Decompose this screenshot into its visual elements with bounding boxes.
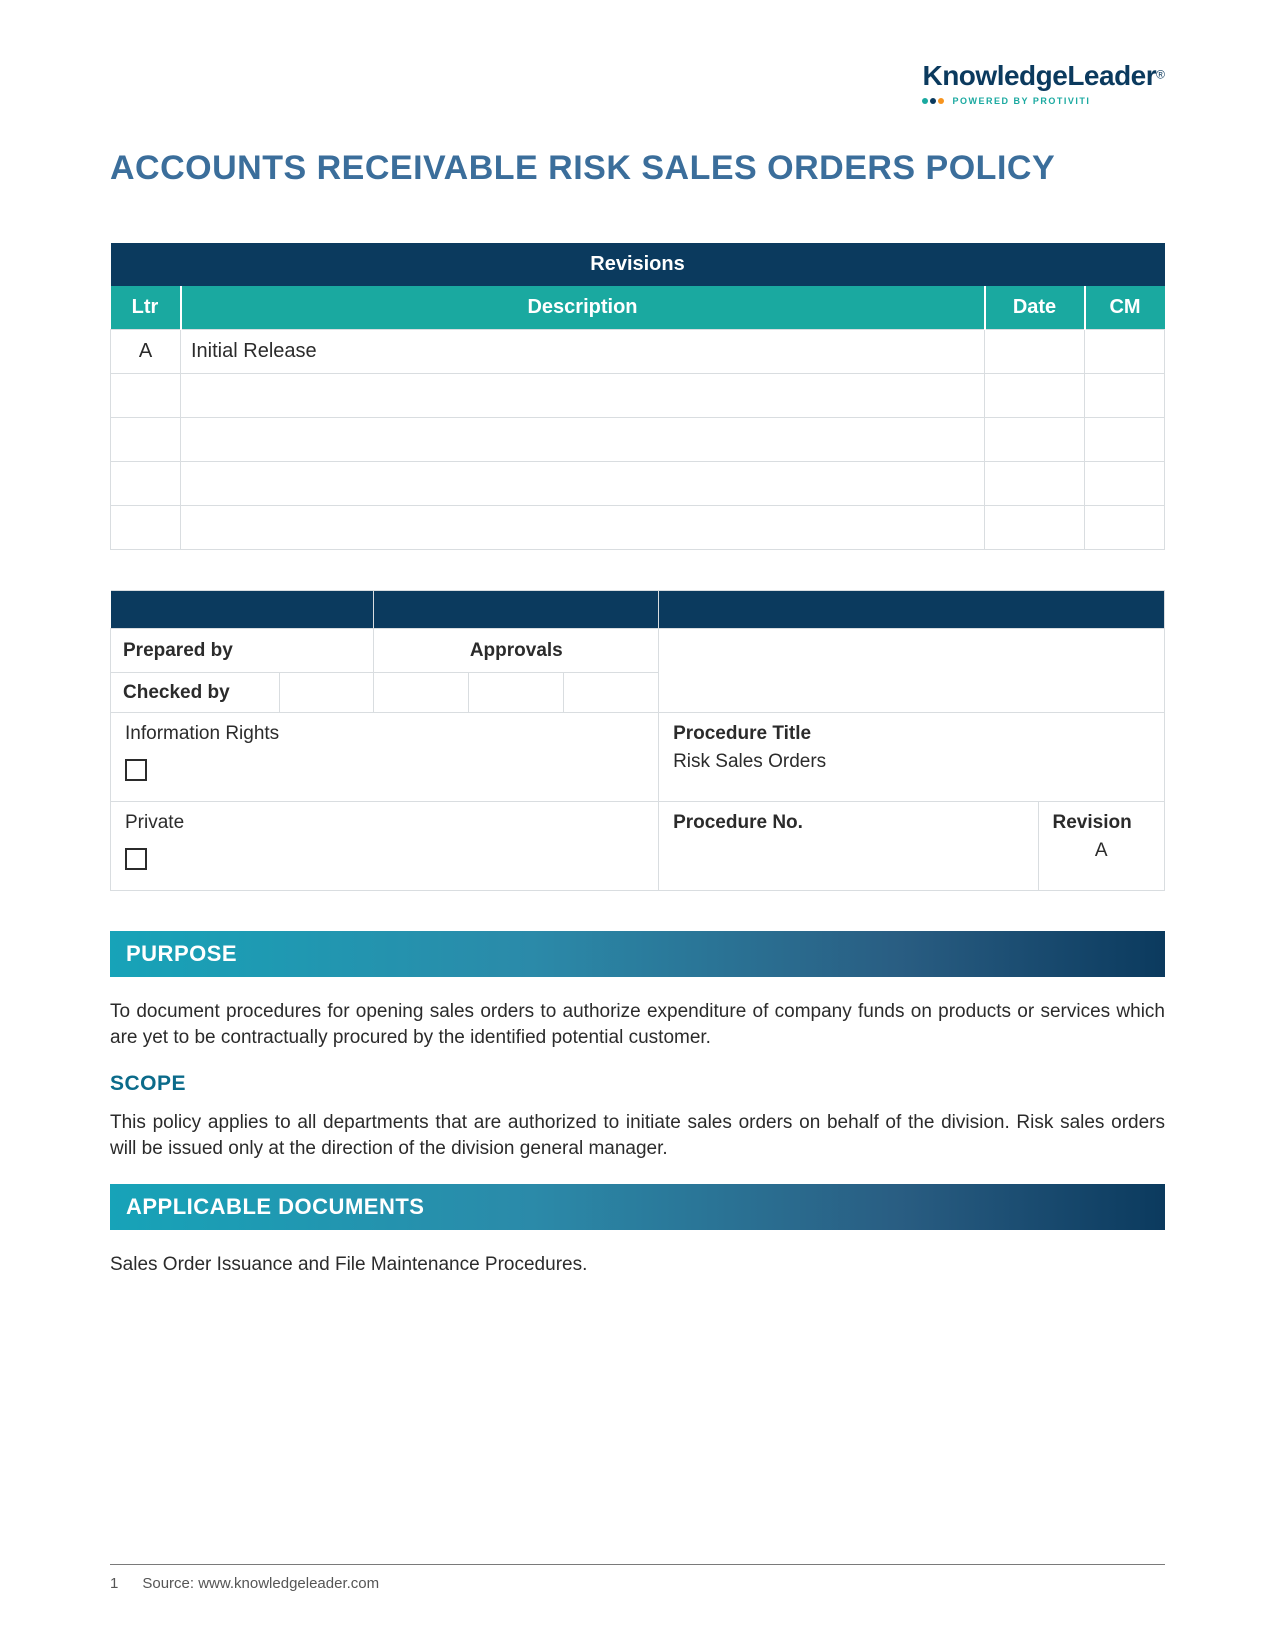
rev-date (985, 330, 1085, 374)
approvals-label: Approvals (374, 629, 659, 673)
table-row (111, 462, 1165, 506)
applicable-bar: APPLICABLE DOCUMENTS (110, 1184, 1165, 1230)
info-rights-cell: Information Rights (111, 713, 659, 802)
page-title: ACCOUNTS RECEIVABLE RISK SALES ORDERS PO… (110, 149, 1165, 188)
info-rights-checkbox[interactable] (125, 759, 147, 781)
col-date: Date (985, 286, 1085, 330)
table-row: A Initial Release (111, 330, 1165, 374)
approval-cell (564, 673, 659, 713)
private-checkbox[interactable] (125, 848, 147, 870)
procedure-title-cell: Procedure Title Risk Sales Orders (659, 713, 1165, 802)
table-row (111, 506, 1165, 550)
revisions-table: Revisions Ltr Description Date CM A Init… (110, 243, 1165, 550)
applicable-text: Sales Order Issuance and File Maintenanc… (110, 1252, 1165, 1278)
page-footer: 1 Source: www.knowledgeleader.com (110, 1564, 1165, 1592)
approval-cell (469, 673, 564, 713)
approval-cell (279, 673, 374, 713)
purpose-text: To document procedures for opening sales… (110, 999, 1165, 1050)
footer-source: Source: www.knowledgeleader.com (142, 1575, 379, 1592)
page-number: 1 (110, 1575, 118, 1592)
logo-block: KnowledgeLeader® POWERED BY PROTIVITI (110, 60, 1165, 109)
logo-dots-icon (922, 98, 944, 104)
col-ltr: Ltr (111, 286, 181, 330)
scope-text: This policy applies to all departments t… (110, 1110, 1165, 1161)
checked-by-label: Checked by (111, 673, 280, 713)
table-row (111, 418, 1165, 462)
rev-desc: Initial Release (181, 330, 985, 374)
rev-ltr: A (111, 330, 181, 374)
logo-text: KnowledgeLeader (922, 60, 1156, 91)
approval-cell (374, 673, 469, 713)
info-rights-label: Information Rights (125, 723, 644, 745)
revisions-title: Revisions (111, 243, 1165, 286)
logo-registered: ® (1156, 68, 1165, 82)
private-cell: Private (111, 802, 659, 891)
procedure-title-label: Procedure Title (673, 723, 1150, 745)
revision-value: A (1053, 840, 1151, 862)
col-cm: CM (1085, 286, 1165, 330)
logo-tagline: POWERED BY PROTIVITI (952, 96, 1090, 106)
metadata-table: Prepared by Approvals Checked by Informa… (110, 590, 1165, 891)
prepared-by-label: Prepared by (111, 629, 374, 673)
table-row (111, 374, 1165, 418)
procedure-title-value: Risk Sales Orders (673, 751, 1150, 773)
purpose-bar: PURPOSE (110, 931, 1165, 977)
meta-blank (659, 629, 1165, 713)
meta-header-bar (111, 591, 1165, 629)
col-description: Description (181, 286, 985, 330)
procedure-no-label: Procedure No. (673, 812, 1023, 834)
revision-label: Revision (1053, 812, 1151, 834)
procedure-no-cell: Procedure No. (659, 802, 1038, 891)
rev-cm (1085, 330, 1165, 374)
revision-cell: Revision A (1038, 802, 1165, 891)
scope-heading: SCOPE (110, 1072, 1165, 1096)
private-label: Private (125, 812, 644, 834)
